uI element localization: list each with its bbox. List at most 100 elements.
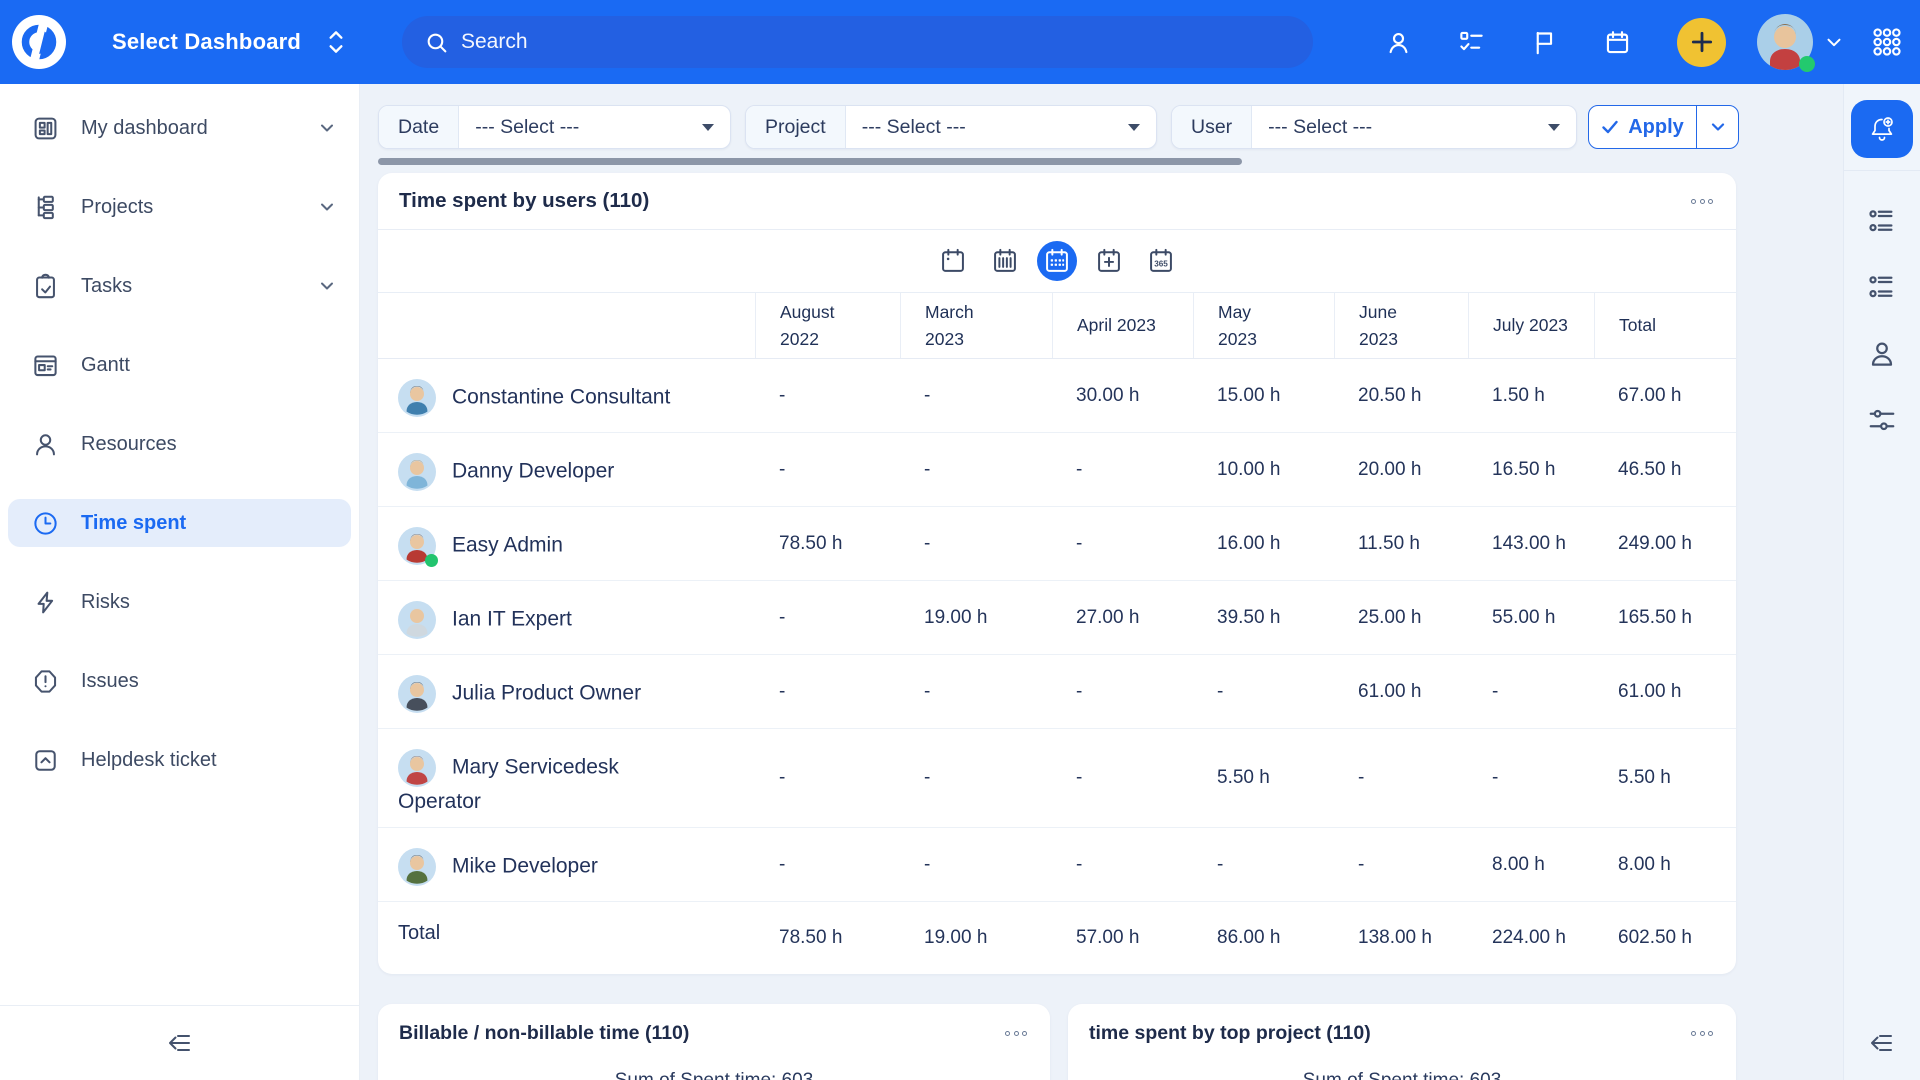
hours-cell: -: [1193, 828, 1334, 901]
person-icon[interactable]: [1385, 29, 1412, 56]
user-name: Ian IT Expert: [452, 608, 572, 631]
user-avatar[interactable]: [1757, 14, 1813, 70]
user-name-cell[interactable]: Julia Product Owner: [378, 655, 755, 728]
column-header: Total: [1594, 293, 1736, 358]
chevron-down-icon: [319, 199, 335, 215]
user-filter[interactable]: User --- Select ---: [1171, 105, 1577, 149]
table-row[interactable]: Ian IT Expert-19.00 h27.00 h39.50 h25.00…: [378, 581, 1736, 655]
calendar-icon[interactable]: [1604, 29, 1631, 56]
hours-cell: 20.50 h: [1334, 359, 1468, 432]
spent-time-summary: Sum of Spent time: 603: [378, 1070, 1050, 1080]
apply-button-label: Apply: [1628, 116, 1684, 139]
hours-cell: -: [755, 433, 900, 506]
date-filter-label: Date: [379, 106, 459, 148]
hours-cell: -: [1334, 828, 1468, 901]
sidebar-item-helpdesk-ticket[interactable]: Helpdesk ticket: [8, 736, 351, 784]
table-row[interactable]: Constantine Consultant--30.00 h15.00 h20…: [378, 359, 1736, 433]
sidebar-item-time-spent[interactable]: Time spent: [8, 499, 351, 547]
apps-grid-icon[interactable]: [1871, 26, 1903, 58]
hours-cell: -: [755, 828, 900, 901]
calendar-month-icon: [1043, 247, 1071, 275]
user-name-cell[interactable]: Constantine Consultant: [378, 359, 755, 432]
user-name-cell[interactable]: Easy Admin: [378, 507, 755, 580]
sidebar-item-projects[interactable]: Projects: [8, 183, 351, 231]
filter-row: Date --- Select --- Project --- Select -…: [378, 105, 1843, 149]
user-filter-label: User: [1172, 106, 1252, 148]
view-toggle-day[interactable]: [933, 241, 973, 281]
check-icon: [1601, 118, 1619, 136]
date-filter[interactable]: Date --- Select ---: [378, 105, 731, 149]
plus-icon: [1689, 29, 1715, 55]
horizontal-scrollbar: [378, 158, 1736, 165]
calendar-view-toggles: 365: [378, 230, 1736, 292]
table-row[interactable]: Mary Servicedesk Operator---5.50 h--5.50…: [378, 729, 1736, 828]
left-sidebar: My dashboard Projects Tasks Gantt Resources T…: [0, 84, 360, 1080]
add-new-button[interactable]: [1677, 18, 1726, 67]
sidebar-item-tasks[interactable]: Tasks: [8, 262, 351, 310]
sidebar-item-my-dashboard[interactable]: My dashboard: [8, 104, 351, 152]
gantt-icon: [32, 352, 59, 379]
panel-menu-icon[interactable]: [1689, 193, 1715, 210]
apply-button[interactable]: Apply: [1589, 106, 1696, 148]
table-row[interactable]: Danny Developer---10.00 h20.00 h16.50 h4…: [378, 433, 1736, 507]
online-status-dot: [425, 554, 438, 567]
panel-menu-icon[interactable]: [1003, 1025, 1029, 1042]
sidebar-item-risks[interactable]: Risks: [8, 578, 351, 626]
saved-filters-icon[interactable]: [1867, 207, 1897, 237]
collapse-panel-icon[interactable]: [1867, 1028, 1897, 1058]
user-name-cell[interactable]: Ian IT Expert: [378, 581, 755, 654]
chevron-down-icon[interactable]: [1823, 31, 1845, 53]
hours-cell: -: [1468, 729, 1594, 827]
user-name-cell[interactable]: Danny Developer: [378, 433, 755, 506]
user-filter-value: --- Select ---: [1268, 116, 1372, 139]
app-logo-icon[interactable]: [12, 15, 66, 69]
table-body: Constantine Consultant--30.00 h15.00 h20…: [378, 359, 1736, 974]
dashboard-selector-label: Select Dashboard: [112, 29, 301, 55]
billable-panel: Billable / non-billable time (110) Sum o…: [378, 1004, 1050, 1080]
sidebar-item-label: Time spent: [81, 512, 186, 535]
checklist-icon[interactable]: [1458, 29, 1485, 56]
scrollbar-thumb[interactable]: [378, 158, 1242, 165]
user-name-cell[interactable]: Mary Servicedesk Operator: [378, 729, 755, 827]
hours-cell: 78.50 h: [755, 507, 900, 580]
sidebar-footer: [0, 1005, 359, 1080]
user-name: Constantine Consultant: [452, 386, 670, 409]
sidebar-item-resources[interactable]: Resources: [8, 420, 351, 468]
apply-options-button[interactable]: [1696, 106, 1738, 148]
hours-cell: -: [1052, 433, 1193, 506]
total-label: Total: [378, 902, 755, 974]
view-toggle-week[interactable]: [985, 241, 1025, 281]
notifications-button[interactable]: [1851, 100, 1913, 158]
total-hours-cell: 19.00 h: [900, 902, 1052, 974]
hours-cell: 25.00 h: [1334, 581, 1468, 654]
project-filter[interactable]: Project --- Select ---: [745, 105, 1157, 149]
user-name-cell[interactable]: Mike Developer: [378, 828, 755, 901]
sort-chevrons-icon: [323, 27, 349, 57]
sidebar-item-label: Risks: [81, 591, 130, 614]
person-icon[interactable]: [1867, 339, 1897, 369]
sidebar-item-issues[interactable]: Issues: [8, 657, 351, 705]
flag-icon[interactable]: [1531, 29, 1558, 56]
hours-cell: 5.50 h: [1594, 729, 1736, 827]
column-header: July 2023: [1468, 293, 1594, 358]
dashboard-selector[interactable]: Select Dashboard: [112, 0, 349, 84]
saved-filters-icon[interactable]: [1867, 273, 1897, 303]
panel-menu-icon[interactable]: [1689, 1025, 1715, 1042]
sliders-icon[interactable]: [1867, 405, 1897, 435]
table-row[interactable]: Easy Admin78.50 h--16.00 h11.50 h143.00 …: [378, 507, 1736, 581]
hours-cell: 1.50 h: [1468, 359, 1594, 432]
total-hours-cell: 78.50 h: [755, 902, 900, 974]
search-input[interactable]: [461, 30, 1291, 54]
table-row[interactable]: Julia Product Owner----61.00 h-61.00 h: [378, 655, 1736, 729]
hours-cell: -: [755, 359, 900, 432]
collapse-sidebar-icon[interactable]: [165, 1028, 195, 1058]
table-row[interactable]: Mike Developer-----8.00 h8.00 h: [378, 828, 1736, 902]
view-toggle-quarter[interactable]: [1089, 241, 1129, 281]
sidebar-item-label: Projects: [81, 196, 153, 219]
view-toggle-month[interactable]: [1037, 241, 1077, 281]
user-name: Mike Developer: [452, 855, 598, 878]
hours-cell: -: [755, 729, 900, 827]
hours-cell: 55.00 h: [1468, 581, 1594, 654]
sidebar-item-gantt[interactable]: Gantt: [8, 341, 351, 389]
view-toggle-year[interactable]: 365: [1141, 241, 1181, 281]
